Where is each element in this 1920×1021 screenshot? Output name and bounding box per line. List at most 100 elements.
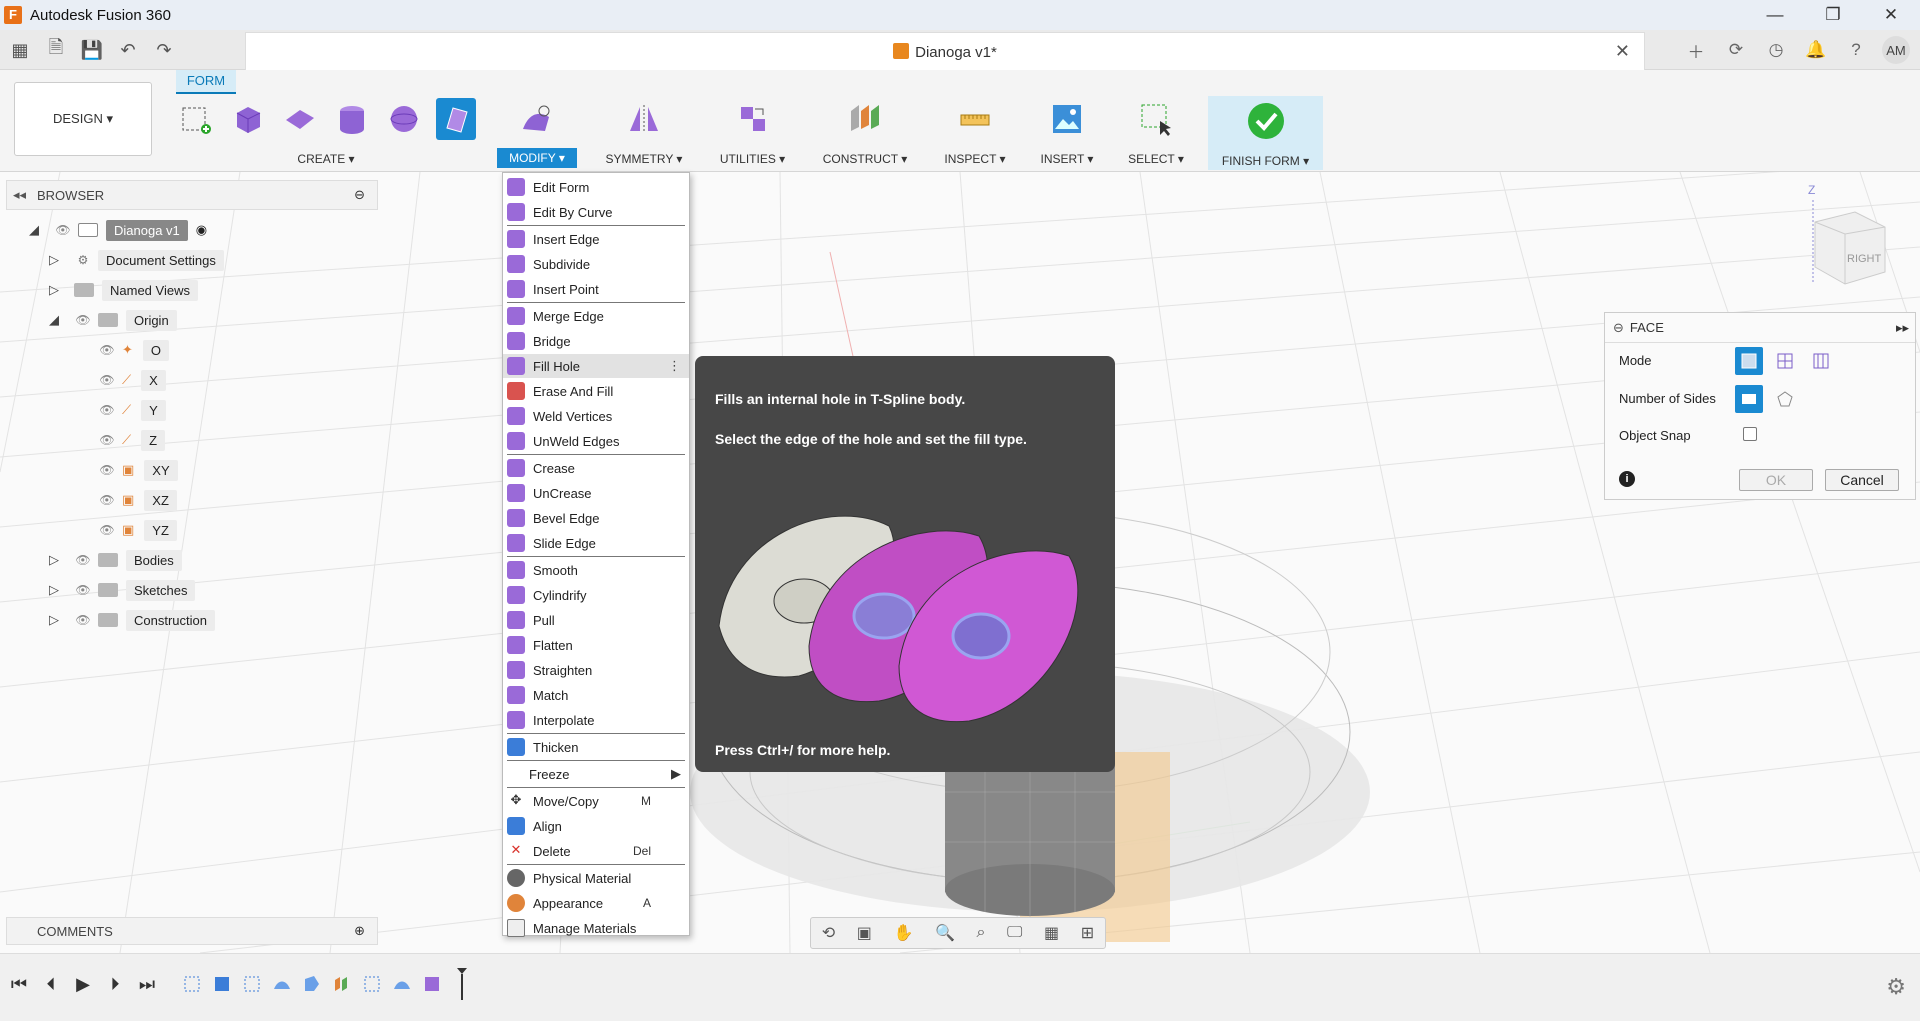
visibility-eye-icon[interactable]: 👁 bbox=[74, 613, 92, 627]
add-comment-icon[interactable]: ⊕ bbox=[354, 923, 365, 939]
menu-item-straighten[interactable]: Straighten bbox=[503, 658, 689, 682]
visibility-eye-icon[interactable]: 👁 bbox=[98, 493, 116, 507]
cancel-button[interactable]: Cancel bbox=[1825, 469, 1899, 491]
timeline-settings-gear-icon[interactable]: ⚙ bbox=[1886, 974, 1906, 1000]
utilities-menu[interactable]: UTILITIES ▾ bbox=[705, 152, 800, 166]
select-menu[interactable]: SELECT ▾ bbox=[1118, 152, 1194, 166]
job-status-icon[interactable]: ◷ bbox=[1762, 36, 1790, 64]
menu-item-align[interactable]: Align bbox=[503, 814, 689, 838]
create-sketch-icon[interactable] bbox=[176, 98, 216, 140]
ok-button[interactable]: OK bbox=[1739, 469, 1813, 491]
tree-item-origin-point[interactable]: 👁 ✦ O bbox=[98, 337, 170, 363]
menu-item-manage-materials[interactable]: Manage Materials bbox=[503, 916, 689, 940]
play-icon[interactable]: ▶ bbox=[74, 974, 92, 995]
timeline-sketch-icon[interactable] bbox=[180, 972, 204, 996]
user-avatar[interactable]: AM bbox=[1882, 36, 1910, 64]
menu-item-smooth[interactable]: Smooth bbox=[503, 558, 689, 582]
tree-item-construction[interactable]: ▷ 👁 Construction bbox=[46, 607, 215, 633]
menu-item-bevel-edge[interactable]: Bevel Edge bbox=[503, 506, 689, 530]
measure-icon[interactable] bbox=[955, 98, 995, 140]
tree-item-origin[interactable]: ◢ 👁 Origin bbox=[46, 307, 177, 333]
browser-minimize-icon[interactable]: ⊖ bbox=[354, 187, 365, 203]
menu-item-slide-edge[interactable]: Slide Edge bbox=[503, 531, 689, 555]
menu-item-edit-by-curve[interactable]: Edit By Curve bbox=[503, 200, 689, 224]
go-to-end-icon[interactable]: ⏭ bbox=[138, 974, 156, 995]
mode-chain-icon[interactable] bbox=[1807, 347, 1835, 375]
new-tab-icon[interactable]: ＋ bbox=[1682, 36, 1710, 64]
select-window-icon[interactable] bbox=[1136, 98, 1176, 140]
info-icon[interactable]: i bbox=[1619, 471, 1635, 487]
file-menu-icon[interactable]: 🗎 bbox=[44, 37, 68, 62]
plane-icon[interactable] bbox=[280, 98, 320, 140]
menu-item-physical-material[interactable]: Physical Material bbox=[503, 866, 689, 890]
visibility-eye-icon[interactable]: 👁 bbox=[74, 553, 92, 567]
menu-item-pull[interactable]: Pull bbox=[503, 608, 689, 632]
visibility-eye-icon[interactable]: 👁 bbox=[74, 313, 92, 327]
timeline-body-icon[interactable] bbox=[210, 972, 234, 996]
menu-item-erase-and-fill[interactable]: Erase And Fill bbox=[503, 379, 689, 403]
menu-item-freeze[interactable]: Freeze ▶ bbox=[503, 762, 689, 786]
finish-form-check-icon[interactable] bbox=[1246, 100, 1286, 142]
workspace-switcher[interactable]: DESIGN ▾ bbox=[14, 82, 152, 156]
menu-item-interpolate[interactable]: Interpolate bbox=[503, 708, 689, 732]
expand-arrow-icon[interactable]: ▷ bbox=[46, 552, 62, 568]
help-icon[interactable]: ? bbox=[1842, 36, 1870, 64]
menu-item-insert-edge[interactable]: Insert Edge bbox=[503, 227, 689, 251]
menu-item-appearance[interactable]: Appearance A bbox=[503, 891, 689, 915]
multi-sides-icon[interactable] bbox=[1771, 385, 1799, 413]
restore-button[interactable]: ❐ bbox=[1804, 0, 1862, 30]
document-tab[interactable]: Dianoga v1* ✕ bbox=[245, 32, 1645, 70]
notifications-icon[interactable]: 🔔 bbox=[1802, 36, 1830, 64]
display-settings-icon[interactable]: 🖵 bbox=[1007, 924, 1022, 942]
close-tab-icon[interactable]: ✕ bbox=[1615, 41, 1630, 62]
modify-icon[interactable] bbox=[517, 98, 557, 140]
step-forward-icon[interactable]: ⏵ bbox=[106, 974, 124, 995]
collapse-browser-icon[interactable]: ◂◂ bbox=[13, 187, 26, 203]
collapse-arrow-icon[interactable]: ◢ bbox=[46, 312, 62, 328]
visibility-eye-icon[interactable]: 👁 bbox=[98, 463, 116, 477]
zoom-icon[interactable]: 🔍 bbox=[935, 923, 955, 943]
go-to-start-icon[interactable]: ⏮ bbox=[10, 974, 28, 995]
insert-image-icon[interactable] bbox=[1047, 98, 1087, 140]
timeline-sketch-icon[interactable] bbox=[240, 972, 264, 996]
menu-item-delete[interactable]: ✕ Delete Del bbox=[503, 839, 689, 863]
undo-icon[interactable]: ↶ bbox=[116, 38, 140, 62]
timeline-form-icon[interactable] bbox=[300, 972, 324, 996]
finish-form-menu[interactable]: FINISH FORM ▾ bbox=[1208, 154, 1323, 168]
menu-item-uncrease[interactable]: UnCrease bbox=[503, 481, 689, 505]
collapse-arrow-icon[interactable]: ◢ bbox=[26, 222, 42, 238]
grid-settings-icon[interactable]: ▦ bbox=[1044, 923, 1059, 943]
menu-item-flatten[interactable]: Flatten bbox=[503, 633, 689, 657]
menu-item-bridge[interactable]: Bridge bbox=[503, 329, 689, 353]
menu-item-weld-vertices[interactable]: Weld Vertices bbox=[503, 404, 689, 428]
timeline-sketch-icon[interactable] bbox=[360, 972, 384, 996]
utilities-icon[interactable] bbox=[733, 98, 773, 140]
expand-arrow-icon[interactable]: ▷ bbox=[46, 252, 62, 268]
menu-item-merge-edge[interactable]: Merge Edge bbox=[503, 304, 689, 328]
step-back-icon[interactable]: ⏴ bbox=[42, 974, 60, 995]
menu-item-move-copy[interactable]: ✥ Move/Copy M bbox=[503, 789, 689, 813]
fit-icon[interactable]: ⌕ bbox=[976, 924, 985, 942]
expand-arrow-icon[interactable]: ▷ bbox=[46, 582, 62, 598]
object-snap-checkbox[interactable] bbox=[1743, 427, 1757, 441]
timeline-form-icon[interactable] bbox=[270, 972, 294, 996]
visibility-eye-icon[interactable]: 👁 bbox=[98, 523, 116, 537]
tree-item-document-settings[interactable]: ▷ ⚙ Document Settings bbox=[46, 247, 224, 273]
cylinder-icon[interactable] bbox=[332, 98, 372, 140]
mode-edge-icon[interactable] bbox=[1771, 347, 1799, 375]
tree-item-xy-plane[interactable]: 👁 ▣ XY bbox=[98, 457, 178, 483]
data-panel-grid-icon[interactable]: ▦ bbox=[8, 38, 32, 62]
save-icon[interactable]: 💾 bbox=[80, 38, 104, 62]
construct-menu[interactable]: CONSTRUCT ▾ bbox=[812, 152, 918, 166]
modify-menu-button[interactable]: MODIFY ▾ bbox=[497, 148, 577, 168]
tree-item-y-axis[interactable]: 👁 ⟋ Y bbox=[98, 397, 166, 423]
menu-item-unweld-edges[interactable]: UnWeld Edges bbox=[503, 429, 689, 453]
inspect-menu[interactable]: INSPECT ▾ bbox=[930, 152, 1020, 166]
menu-item-match[interactable]: Match bbox=[503, 683, 689, 707]
expand-arrow-icon[interactable]: ▷ bbox=[46, 612, 62, 628]
timeline-form-icon[interactable] bbox=[390, 972, 414, 996]
sphere-icon[interactable] bbox=[384, 98, 424, 140]
close-window-button[interactable]: ✕ bbox=[1862, 0, 1920, 30]
activate-radio-icon[interactable]: ◉ bbox=[196, 222, 207, 238]
insert-menu[interactable]: INSERT ▾ bbox=[1032, 152, 1102, 166]
